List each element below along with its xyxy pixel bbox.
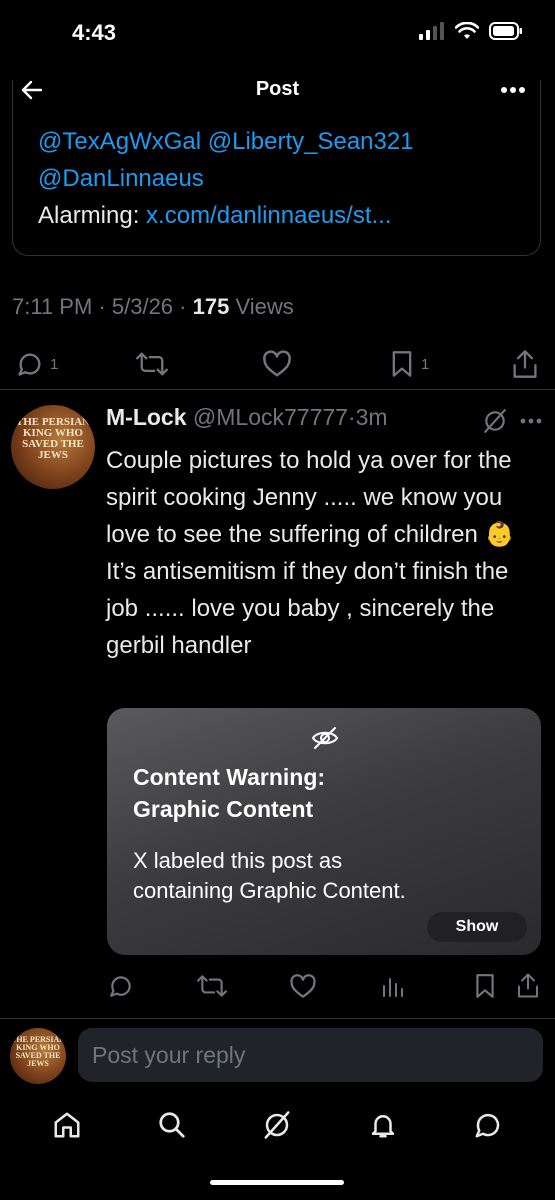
show-button[interactable]: Show <box>427 912 527 942</box>
quoted-mention[interactable]: @DanLinnaeus <box>38 161 204 197</box>
tab-search[interactable] <box>157 1110 187 1140</box>
tab-notifications[interactable] <box>368 1110 398 1140</box>
avatar-caption: THE PERSIAN KING WHO SAVED THE JEWS <box>15 416 91 461</box>
post-time: 7:11 PM <box>12 294 93 319</box>
status-icons <box>419 22 523 40</box>
post-date: 5/3/26 <box>111 294 174 319</box>
reply-icon <box>110 976 131 997</box>
reply-like-action[interactable] <box>289 974 317 999</box>
heart-icon <box>263 350 291 377</box>
reply-text-part: Couple pictures to hold ya over for the … <box>106 447 512 548</box>
reply-time: 3m <box>355 404 388 430</box>
more-dots-icon <box>520 418 542 424</box>
reply-header: M-Lock @MLock77777·3m <box>106 404 388 431</box>
quoted-link-line: Alarming: x.com/danlinnaeus/st... <box>38 198 392 234</box>
header-dot: · <box>347 404 356 430</box>
reply-icon <box>18 353 41 376</box>
wifi-icon <box>455 22 479 39</box>
reply-reply-action[interactable] <box>108 973 134 999</box>
grok-icon <box>484 409 506 433</box>
views-count: 175 <box>192 294 230 319</box>
share-icon <box>513 350 537 378</box>
cellular-signal-icon <box>419 22 444 40</box>
grok-icon <box>264 1111 290 1139</box>
my-avatar[interactable]: THE PERSIAN KING WHO SAVED THE JEWS <box>10 1028 66 1084</box>
bookmark-icon <box>476 974 494 998</box>
warning-title-line: Graphic Content <box>133 796 314 822</box>
bell-icon <box>371 1115 395 1138</box>
meta-separator: · <box>173 294 193 319</box>
warning-body-line: X labeled this post as <box>133 848 343 873</box>
bottom-tab-bar <box>0 1100 555 1150</box>
home-indicator <box>210 1180 344 1185</box>
bookmark-count: 1 <box>421 355 430 373</box>
heart-icon <box>290 974 316 998</box>
battery-icon <box>489 22 522 40</box>
views-chart-icon <box>383 978 403 997</box>
reply-text: Couple pictures to hold ya over for the … <box>106 442 526 664</box>
bookmark-icon <box>392 351 412 377</box>
display-name[interactable]: M-Lock <box>106 404 187 430</box>
avatar-caption: THE PERSIAN KING WHO SAVED THE JEWS <box>10 1035 65 1068</box>
search-icon <box>159 1112 185 1138</box>
divider <box>0 389 555 390</box>
meta-separator: · <box>92 294 112 319</box>
warning-body-line: containing Graphic Content. <box>133 878 406 903</box>
reply-input[interactable]: Post your reply <box>78 1028 543 1082</box>
baby-emoji: 👶 <box>484 521 515 548</box>
post-meta: 7:11 PM · 5/3/26 · 175 Views <box>12 294 294 320</box>
reply-count: 1 <box>50 355 59 373</box>
reply-bookmark-action[interactable] <box>474 973 496 999</box>
reply-text-part: It’s antisemitism if they don’t finish t… <box>106 558 509 659</box>
tab-home[interactable] <box>52 1110 82 1140</box>
quoted-link[interactable]: x.com/danlinnaeus/st... <box>146 202 391 229</box>
reply-avatar[interactable]: THE PERSIAN KING WHO SAVED THE JEWS <box>11 405 95 489</box>
quote-clip <box>13 108 540 122</box>
user-handle[interactable]: @MLock77777 <box>193 404 348 430</box>
reply-action[interactable]: 1 <box>16 350 58 378</box>
warning-body: X labeled this post as containing Graphi… <box>133 846 406 906</box>
bookmark-action[interactable]: 1 <box>389 350 429 378</box>
like-action[interactable] <box>262 350 292 378</box>
reply-repost-action[interactable] <box>197 973 227 999</box>
share-action[interactable] <box>512 349 538 379</box>
tab-grok[interactable] <box>262 1110 292 1140</box>
content-warning-card[interactable]: Content Warning: Graphic Content X label… <box>107 708 541 955</box>
quoted-mentions-line[interactable]: @TexAgWxGal @Liberty_Sean321 <box>38 124 414 160</box>
home-icon <box>54 1112 80 1138</box>
share-icon <box>518 973 538 998</box>
hidden-eye-icon <box>311 726 339 750</box>
repost-action[interactable] <box>136 350 168 378</box>
divider <box>0 1018 555 1019</box>
reply-share-action[interactable] <box>517 972 539 999</box>
reply-more-button[interactable] <box>520 418 542 424</box>
reply-views-action[interactable] <box>381 974 405 998</box>
grok-button[interactable] <box>482 408 508 434</box>
repost-icon <box>136 352 168 376</box>
warning-title-line: Content Warning: <box>133 764 326 790</box>
repost-icon <box>197 975 227 997</box>
chat-bubble-icon <box>475 1113 500 1138</box>
status-time: 4:43 <box>72 20 117 45</box>
quoted-link-prefix: Alarming: <box>38 202 147 229</box>
warning-title: Content Warning: Graphic Content <box>133 761 325 825</box>
views-label: Views <box>229 294 294 319</box>
tab-messages[interactable] <box>473 1110 503 1140</box>
